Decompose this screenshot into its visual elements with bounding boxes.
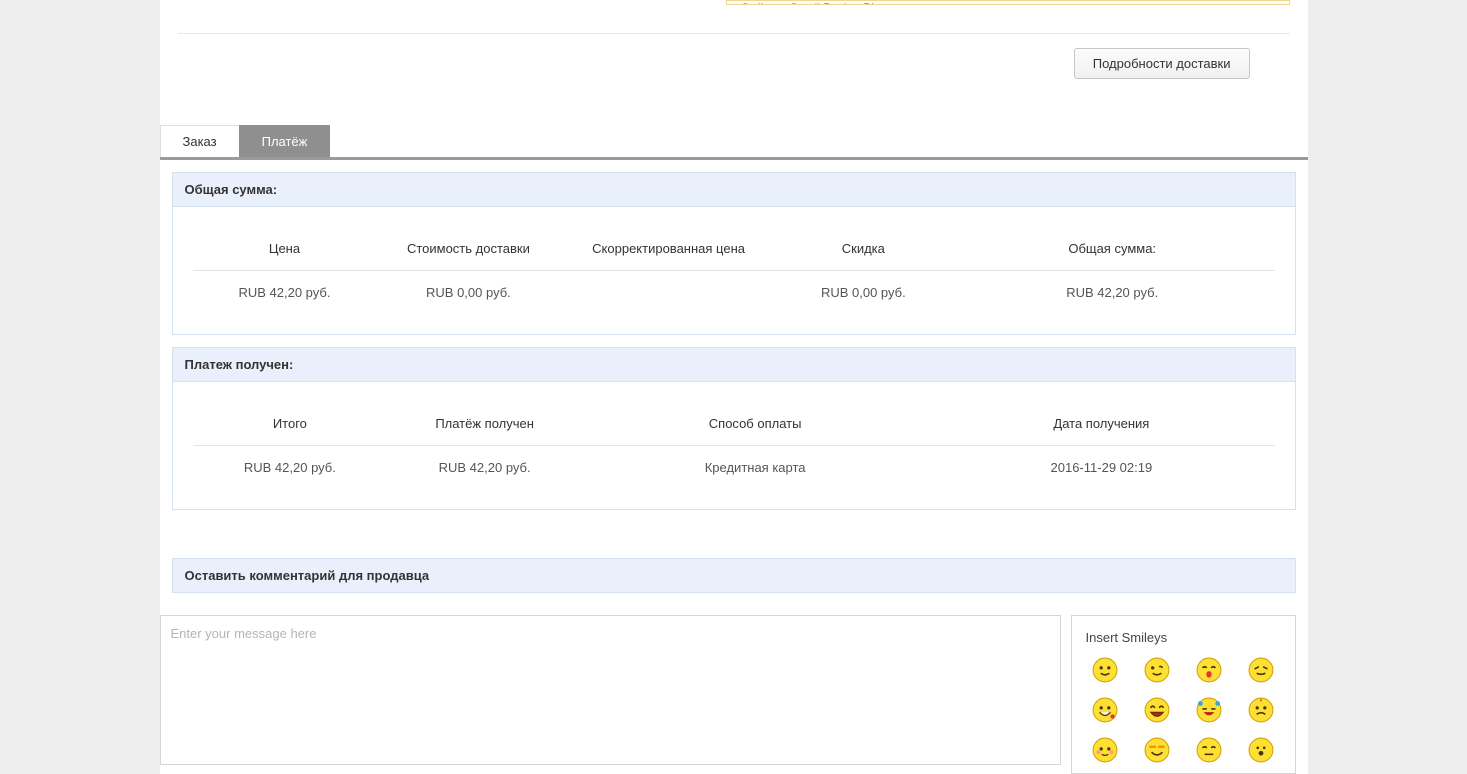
tab-order[interactable]: Заказ (160, 125, 240, 157)
totals-panel-title: Общая сумма: (173, 173, 1295, 207)
smiley-icon[interactable] (1248, 737, 1274, 763)
smileys-grid (1086, 657, 1281, 763)
message-textarea[interactable] (160, 615, 1061, 765)
smileys-panel: Insert Smileys (1071, 615, 1296, 774)
divider (178, 33, 1290, 34)
table-row: RUB 42,20 руб. RUB 0,00 руб. RUB 0,00 ру… (193, 271, 1275, 323)
cell-total: RUB 42,20 руб. (950, 271, 1275, 323)
smiley-icon[interactable] (1196, 657, 1222, 683)
col-price: Цена (193, 233, 377, 271)
shipping-method-link[interactable]: Ordinary Small Packet Plus. (741, 1, 890, 5)
shipping-info-block: Ordinary Small Packet Plus. Подробности … (160, 0, 1308, 107)
smiley-icon[interactable] (1092, 737, 1118, 763)
payment-panel: Платеж получен: Итого Платёж получен Спо… (172, 347, 1296, 510)
totals-panel: Общая сумма: Цена Стоимость доставки Ско… (172, 172, 1296, 335)
col-adjusted: Скорректированная цена (560, 233, 776, 271)
cell-adjusted (560, 271, 776, 323)
smiley-icon[interactable] (1248, 697, 1274, 723)
smiley-icon[interactable] (1248, 657, 1274, 683)
cell-ptotal: RUB 42,20 руб. (193, 446, 388, 498)
col-method: Способ оплаты (582, 408, 928, 446)
smiley-icon[interactable] (1144, 737, 1170, 763)
shipping-method-box: Ordinary Small Packet Plus. (726, 0, 1290, 5)
smiley-icon[interactable] (1196, 737, 1222, 763)
delivery-details-button[interactable]: Подробности доставки (1074, 48, 1250, 79)
tab-payment[interactable]: Платёж (239, 125, 331, 157)
tabs-bar: Заказ Платёж (160, 125, 1308, 160)
col-total: Общая сумма: (950, 233, 1275, 271)
col-discount: Скидка (777, 233, 950, 271)
col-ptotal: Итого (193, 408, 388, 446)
col-received: Платёж получен (387, 408, 582, 446)
table-header-row: Итого Платёж получен Способ оплаты Дата … (193, 408, 1275, 446)
cell-shipping: RUB 0,00 руб. (376, 271, 560, 323)
cell-date: 2016-11-29 02:19 (928, 446, 1274, 498)
cell-method: Кредитная карта (582, 446, 928, 498)
col-shipping: Стоимость доставки (376, 233, 560, 271)
comment-area: Insert Smileys (160, 615, 1296, 774)
col-date: Дата получения (928, 408, 1274, 446)
smiley-icon[interactable] (1144, 697, 1170, 723)
cell-discount: RUB 0,00 руб. (777, 271, 950, 323)
table-header-row: Цена Стоимость доставки Скорректированна… (193, 233, 1275, 271)
cell-received: RUB 42,20 руб. (387, 446, 582, 498)
smiley-icon[interactable] (1092, 697, 1118, 723)
cell-price: RUB 42,20 руб. (193, 271, 377, 323)
payment-table: Итого Платёж получен Способ оплаты Дата … (193, 408, 1275, 497)
smiley-icon[interactable] (1144, 657, 1170, 683)
smiley-icon[interactable] (1196, 697, 1222, 723)
payment-panel-title: Платеж получен: (173, 348, 1295, 382)
smiley-icon[interactable] (1092, 657, 1118, 683)
table-row: RUB 42,20 руб. RUB 42,20 руб. Кредитная … (193, 446, 1275, 498)
smileys-title: Insert Smileys (1086, 630, 1281, 645)
comment-section-title: Оставить комментарий для продавца (172, 558, 1296, 593)
totals-table: Цена Стоимость доставки Скорректированна… (193, 233, 1275, 322)
